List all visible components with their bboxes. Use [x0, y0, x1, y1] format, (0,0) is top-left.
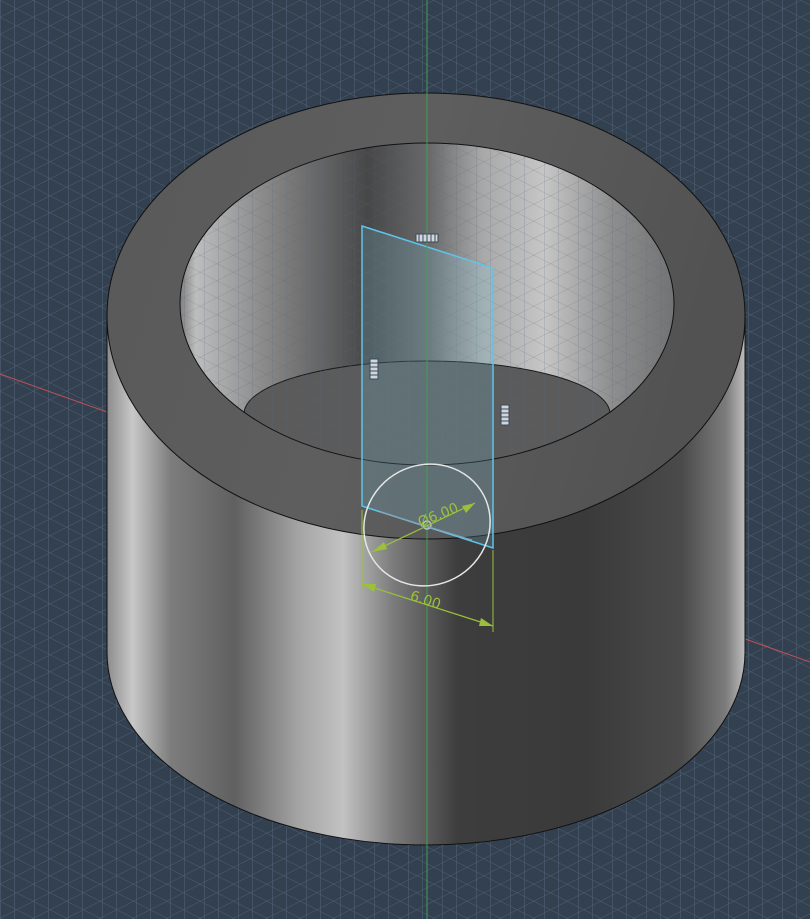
plane-handle-icon[interactable] — [369, 358, 379, 380]
plane-handle-icon[interactable] — [500, 404, 510, 426]
3d-viewport[interactable]: Ø6.00 6.00 — [0, 0, 810, 919]
plane-handle-icon[interactable] — [415, 233, 439, 243]
scene: Ø6.00 6.00 — [0, 0, 810, 919]
